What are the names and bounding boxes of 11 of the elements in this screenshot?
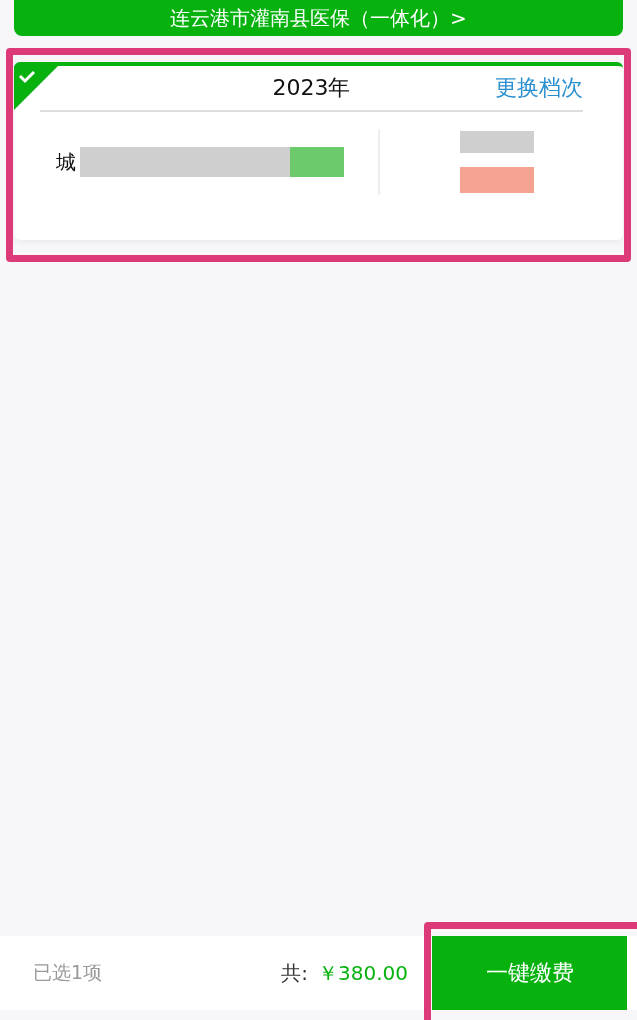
total-label: 共: <box>281 959 308 987</box>
pay-button[interactable]: 一键缴费 <box>432 936 627 1010</box>
year-label: 2023年 <box>272 74 351 102</box>
total-amount: ￥380.00 <box>318 959 408 987</box>
region-banner[interactable]: 连云港市灌南县医保（一体化）> <box>14 0 623 36</box>
banner-label: 连云港市灌南县医保（一体化）> <box>170 4 467 32</box>
payment-card[interactable]: 2023年 更换档次 城 <box>14 62 623 240</box>
insurance-type-label: 城 <box>56 148 76 176</box>
redacted-tag <box>290 147 344 177</box>
change-tier-link[interactable]: 更换档次 <box>495 73 583 103</box>
selected-count: 已选1项 <box>33 960 103 985</box>
